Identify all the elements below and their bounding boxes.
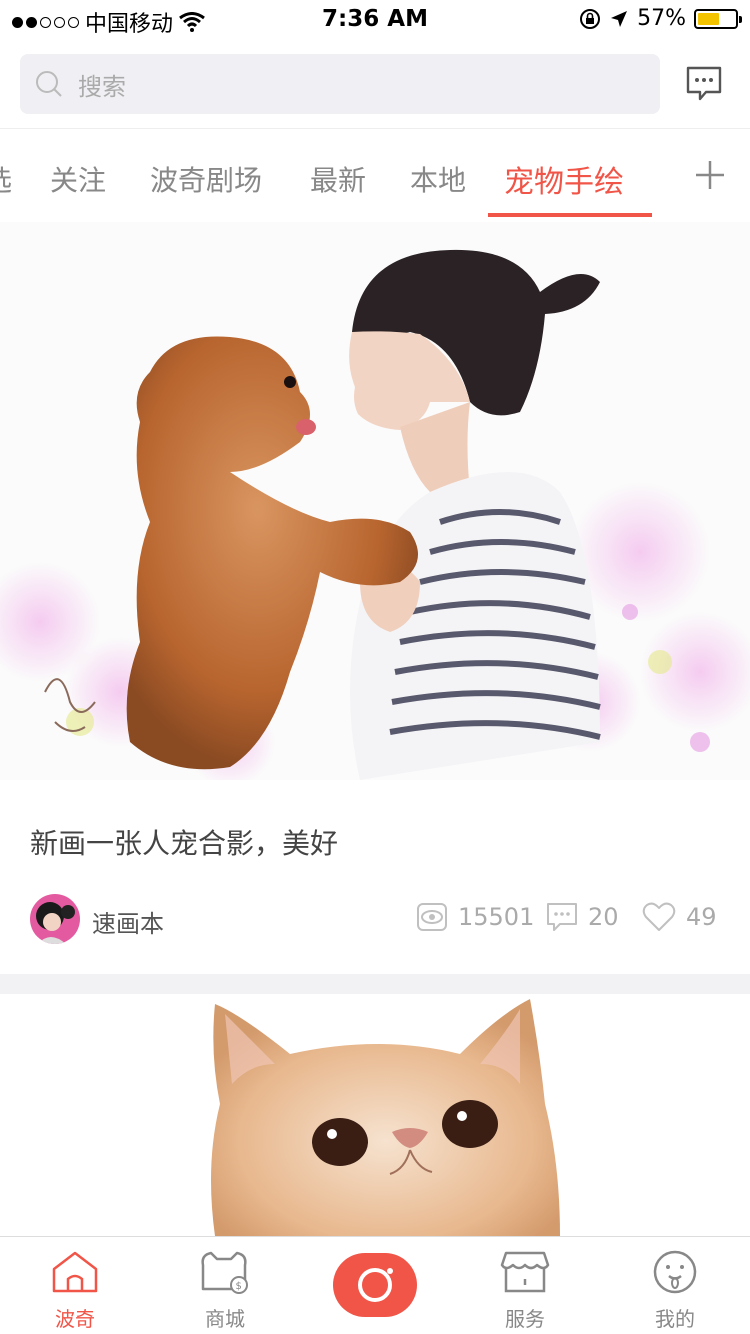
search-placeholder: 搜索 — [78, 72, 126, 101]
add-channel-icon[interactable] — [690, 155, 730, 195]
eye-icon — [417, 903, 447, 931]
active-tab-indicator — [488, 213, 652, 217]
tab-local[interactable]: 本地 — [410, 159, 466, 199]
avatar[interactable] — [30, 894, 80, 944]
post-meta: 速画本 15501 20 49 — [30, 892, 730, 944]
like-count-value: 49 — [686, 903, 717, 931]
store-icon — [500, 1251, 550, 1293]
channel-tabs: 选 关注 波奇剧场 最新 本地 宠物手绘 — [0, 128, 750, 222]
like-count[interactable]: 49 — [642, 902, 717, 932]
tab-partial[interactable]: 选 — [0, 159, 12, 199]
battery-icon — [694, 8, 742, 29]
tab-theater[interactable]: 波奇剧场 — [150, 159, 262, 199]
tab-pet-drawing[interactable]: 宠物手绘 — [504, 157, 624, 201]
nav-mall-label: 商城 — [205, 1307, 245, 1331]
status-right: 57% — [579, 6, 742, 31]
location-arrow-icon — [611, 10, 628, 27]
search-input[interactable]: 搜索 — [20, 54, 660, 114]
nav-service-label: 服务 — [505, 1307, 545, 1331]
battery-percent: 57% — [637, 6, 686, 31]
svg-text:$: $ — [236, 1281, 242, 1292]
camera-icon — [358, 1268, 393, 1302]
camera-button[interactable] — [333, 1253, 417, 1317]
message-icon[interactable] — [684, 64, 724, 104]
heart-icon — [642, 902, 676, 931]
search-icon — [36, 71, 62, 97]
rotation-lock-icon — [580, 8, 601, 29]
nav-me-label: 我的 — [655, 1307, 695, 1331]
status-bar: 中国移动 7:36 AM 57% — [0, 0, 750, 40]
nav-boqi-label: 波奇 — [55, 1307, 95, 1331]
tab-follow[interactable]: 关注 — [50, 159, 106, 199]
comment-icon — [547, 903, 577, 931]
post-image-next[interactable] — [0, 994, 750, 1236]
post-image[interactable] — [0, 222, 750, 780]
comment-count-value: 20 — [588, 903, 619, 931]
card-divider — [0, 974, 750, 994]
post-title[interactable]: 新画一张人宠合影，美好 — [30, 822, 338, 862]
author-name[interactable]: 速画本 — [92, 904, 164, 939]
view-count-value: 15501 — [458, 903, 535, 931]
profile-icon — [653, 1250, 697, 1294]
nav-service[interactable]: 服务 — [480, 1249, 570, 1332]
bottom-tab-bar: 波奇 $ 商城 服务 我的 — [0, 1236, 750, 1334]
comment-count[interactable]: 20 — [546, 902, 619, 932]
shop-bag-icon: $ — [201, 1251, 248, 1294]
home-icon — [52, 1251, 98, 1293]
nav-mall[interactable]: $ 商城 — [180, 1249, 270, 1332]
tab-latest[interactable]: 最新 — [310, 159, 366, 199]
view-count: 15501 — [416, 902, 534, 932]
nav-boqi[interactable]: 波奇 — [30, 1249, 120, 1332]
nav-me[interactable]: 我的 — [630, 1249, 720, 1332]
